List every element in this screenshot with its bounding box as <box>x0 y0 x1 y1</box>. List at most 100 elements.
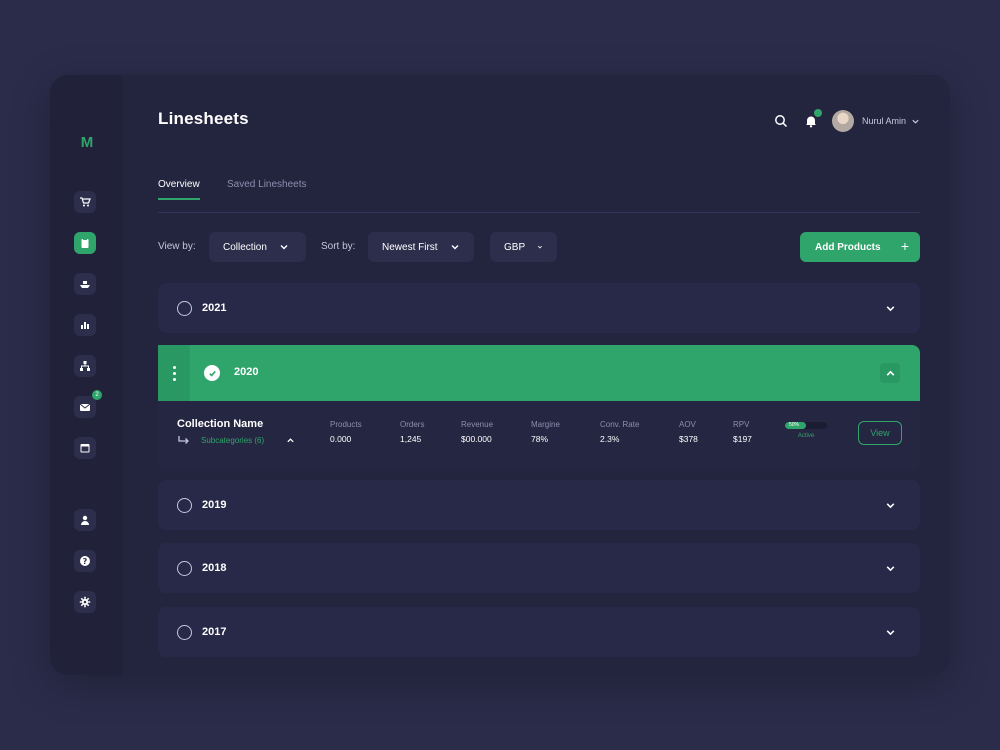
progress-indicator: 50% Active <box>785 422 827 439</box>
year-row-2021[interactable]: 2021 <box>158 283 920 333</box>
sidebar-item-profile[interactable] <box>74 509 96 531</box>
tab-overview[interactable]: Overview <box>158 179 200 200</box>
chevron-down-icon[interactable] <box>885 303 896 314</box>
metric-label: Conv. Rate <box>600 420 640 429</box>
chevron-up-icon[interactable] <box>286 436 295 445</box>
year-row-2018[interactable]: 2018 <box>158 543 920 593</box>
messages-badge: 2 <box>92 390 102 400</box>
metric-conv-rate: Conv. Rate 2.3% <box>600 420 639 444</box>
sidebar-item-settings[interactable] <box>74 591 96 613</box>
sidebar-item-calendar[interactable] <box>74 437 96 459</box>
chevron-down-icon <box>280 245 288 250</box>
sidebar-item-cart[interactable] <box>74 191 96 213</box>
metric-value: $378 <box>679 434 698 444</box>
metric-value: 78% <box>531 434 549 444</box>
year-label: 2021 <box>202 302 227 314</box>
chevron-up-icon <box>886 370 894 376</box>
metric-aov: AOV $378 <box>679 420 698 444</box>
metric-rpv: RPV $197 <box>733 420 752 444</box>
clipboard-icon <box>81 238 89 248</box>
app-window: M 2 ? Linesheets Nurul Amin Overview Sav… <box>50 75 950 675</box>
brand-logo[interactable]: M <box>72 131 102 155</box>
progress-status: Active <box>797 433 815 439</box>
year-row-2020[interactable]: 2020 <box>158 345 920 401</box>
metric-value: 1,245 <box>400 434 422 444</box>
chevron-down-icon[interactable] <box>911 117 920 126</box>
drag-handle[interactable] <box>158 345 190 401</box>
sort-by-value: Newest First <box>382 241 438 253</box>
sidebar-item-analytics[interactable] <box>74 314 96 336</box>
user-name[interactable]: Nurul Amin <box>862 116 906 126</box>
filter-bar: View by: Collection Sort by: Newest Firs… <box>158 232 920 262</box>
metric-products: Products 0.000 <box>330 420 362 444</box>
sort-by-select[interactable]: Newest First <box>368 232 474 262</box>
add-products-button[interactable]: Add Products + <box>800 232 920 262</box>
tab-saved-linesheets[interactable]: Saved Linesheets <box>227 179 307 198</box>
subcategories-link[interactable]: Subcategories (6) <box>201 436 264 445</box>
user-icon <box>81 515 89 525</box>
search-icon <box>775 115 788 128</box>
metric-label: Margine <box>531 420 560 429</box>
metric-value: $197 <box>733 434 752 444</box>
progress-bar: 50% <box>785 422 827 429</box>
page-title: Linesheets <box>158 109 249 128</box>
metric-value: 0.000 <box>330 434 352 444</box>
avatar[interactable] <box>831 110 854 132</box>
metric-margine: Margine 78% <box>531 420 560 444</box>
notifications-badge <box>813 109 822 117</box>
svg-text:?: ? <box>83 557 88 566</box>
bar-chart-icon <box>81 322 89 329</box>
sidebar-item-help[interactable]: ? <box>74 550 96 572</box>
sidebar-item-messages[interactable]: 2 <box>74 390 102 418</box>
collapse-button[interactable] <box>880 363 900 383</box>
chevron-down-icon[interactable] <box>885 627 896 638</box>
select-radio[interactable] <box>177 560 192 576</box>
gear-icon <box>79 596 91 608</box>
notifications-button[interactable] <box>802 109 822 130</box>
chevron-down-icon[interactable] <box>885 500 896 511</box>
hierarchy-icon <box>80 361 90 371</box>
select-radio[interactable] <box>177 497 192 513</box>
year-row-2019[interactable]: 2019 <box>158 480 920 530</box>
select-radio[interactable] <box>177 624 192 640</box>
view-by-value: Collection <box>223 241 267 253</box>
ship-icon <box>80 281 90 288</box>
chevron-down-icon <box>451 245 459 250</box>
plus-icon: + <box>900 238 909 254</box>
sidebar: M 2 ? <box>50 75 122 675</box>
metric-value: 2.3% <box>600 434 620 444</box>
sort-by-label: Sort by: <box>321 241 356 252</box>
help-icon: ? <box>80 556 90 566</box>
metric-label: Orders <box>400 420 425 429</box>
currency-value: GBP <box>504 241 526 253</box>
collection-row: Collection Name Subcategories (6) Produc… <box>158 401 920 471</box>
more-vertical-icon <box>172 364 176 382</box>
year-label: 2017 <box>202 626 227 638</box>
main-content: Linesheets Nurul Amin Overview Saved Lin… <box>158 75 920 675</box>
year-row-2017[interactable]: 2017 <box>158 607 920 657</box>
view-by-select[interactable]: Collection <box>209 232 306 262</box>
year-label: 2020 <box>234 366 259 378</box>
progress-text: 50% <box>789 422 800 428</box>
metric-label: RPV <box>733 420 750 429</box>
view-button[interactable]: View <box>858 421 902 445</box>
chevron-down-icon[interactable] <box>885 563 896 574</box>
check-icon[interactable] <box>204 365 220 381</box>
currency-select[interactable]: GBP <box>490 232 557 262</box>
select-radio[interactable] <box>177 300 192 316</box>
metric-revenue: Revenue $00.000 <box>461 420 493 444</box>
mail-icon <box>79 403 91 411</box>
sidebar-item-hierarchy[interactable] <box>74 355 96 377</box>
chevron-down-icon <box>538 245 543 249</box>
tab-bar: Overview Saved Linesheets <box>158 179 920 213</box>
collection-name: Collection Name <box>177 418 264 430</box>
metric-label: Revenue <box>461 420 494 429</box>
sidebar-item-linesheets[interactable] <box>74 232 96 254</box>
sidebar-item-shipping[interactable] <box>74 273 96 295</box>
subdirectory-arrow-icon <box>178 436 189 444</box>
view-by-label: View by: <box>158 241 196 252</box>
cart-icon <box>80 197 91 207</box>
header-actions: Nurul Amin <box>772 109 920 133</box>
search-button[interactable] <box>772 112 790 130</box>
metric-label: Products <box>330 420 362 429</box>
